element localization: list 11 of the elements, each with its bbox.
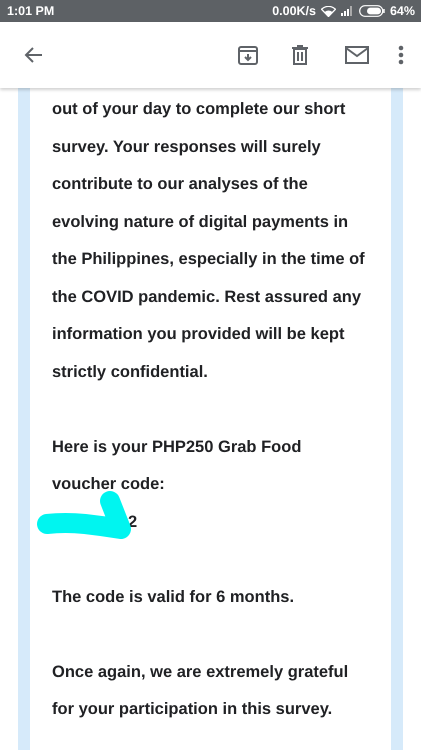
message-paragraph: Once again, we are extremely grateful for your participation in this survey. <box>52 662 350 720</box>
message-paragraph: out of your day to complete our short survey. Your responses will surely contribute to our analyses of the evolving nature of digital payments in the Philippines, especially in the time of the COVID pandemic. Rest assured any information you provided will be kept strictly confidential. <box>52 99 366 382</box>
status-time: 1:01 PM <box>7 4 54 18</box>
battery-icon <box>358 5 385 17</box>
message-paragraph: The code is valid for 6 months. <box>52 586 296 608</box>
wifi-icon <box>320 6 336 16</box>
signal-icon <box>340 6 354 16</box>
more-vertical-icon[interactable] <box>398 45 404 65</box>
network-speed: 0.00K/s <box>272 4 316 18</box>
message-paragraph: Here is your PHP250 Grab Food voucher code: <box>52 436 302 495</box>
battery-percent: 64% <box>390 4 415 18</box>
